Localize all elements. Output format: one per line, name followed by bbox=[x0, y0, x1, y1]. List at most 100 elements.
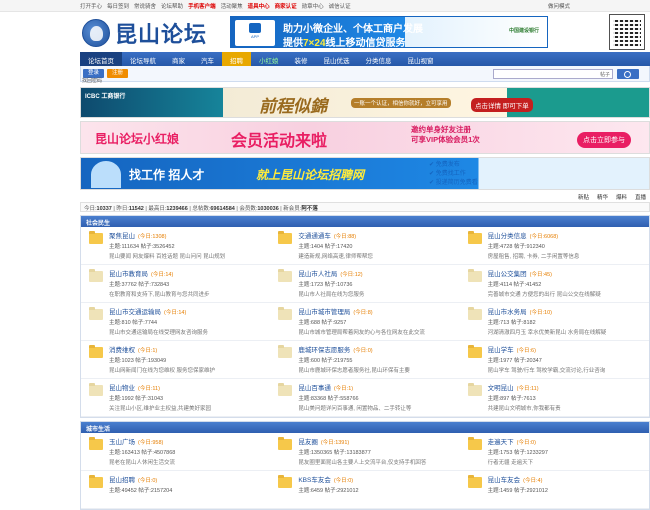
forum-name[interactable]: 昆山学车 bbox=[488, 347, 514, 354]
section-title[interactable]: 社会民生 bbox=[81, 216, 649, 227]
icbc-slogan: 一账一个认证，相信你就好，立可享用 bbox=[351, 98, 451, 108]
top-link[interactable]: 常说骑舍 bbox=[134, 2, 156, 10]
top-links: 打开手心 每日签到 常说骑舍 论坛帮助 手机客户端 活动聚焦 道具中心 商家认证 勋章中心 诚信认… bbox=[80, 2, 351, 10]
forum-today-count: (今日:6) bbox=[516, 348, 536, 354]
header-ad-banner[interactable]: APP 助力小微企业、个体工商户发展 提供7×24线上移动信贷服务 中国建设银行 bbox=[230, 16, 548, 49]
feed-tab[interactable]: 精华 bbox=[597, 193, 608, 201]
icbc-banner[interactable]: ICBC 工商银行 前程似錦 一账一个认证，相信你就好，立可享用 点击详情 即可… bbox=[80, 87, 650, 118]
top-link[interactable]: 勋章中心 bbox=[302, 2, 324, 10]
folder-icon[interactable] bbox=[89, 307, 103, 320]
feed-tab[interactable]: 直播 bbox=[635, 193, 646, 201]
feed-tabs-bar: 新贴 精华 爆料 直播 bbox=[80, 192, 650, 202]
forum-name[interactable]: 玉山广场 bbox=[109, 439, 135, 446]
feed-tab[interactable]: 新贴 bbox=[578, 193, 589, 201]
forum-name[interactable]: 昆山市城市管理局 bbox=[298, 309, 350, 316]
forum-name[interactable]: 昆山车友会 bbox=[488, 477, 521, 484]
nav-item[interactable]: 昆山视窗 bbox=[400, 52, 442, 66]
top-link[interactable]: 手机客户端 bbox=[188, 2, 216, 10]
top-link[interactable]: 每日签到 bbox=[107, 2, 129, 10]
forum-cell: 昆山物业 (今日:11) 主题:1992 帖子:31043 关注昆山小区,维护业主权益… bbox=[81, 379, 271, 417]
section-title[interactable]: 城市生活 bbox=[81, 422, 649, 433]
folder-icon[interactable] bbox=[467, 383, 482, 396]
forum-name[interactable]: 消费维权 bbox=[109, 347, 135, 354]
find-password-link[interactable]: 找回密码 bbox=[82, 77, 102, 84]
nav-item[interactable]: 小红娘 bbox=[251, 52, 287, 66]
forum-meta: 主题:163413 帖子:4507868 bbox=[109, 450, 176, 456]
forum-name[interactable]: 昆山市水务局 bbox=[488, 309, 527, 316]
folder-icon[interactable] bbox=[278, 383, 293, 396]
top-bar: 打开手心 每日签到 常说骑舍 论坛帮助 手机客户端 活动聚焦 道具中心 商家认证 勋章中心 诚信认… bbox=[0, 0, 650, 12]
folder-icon[interactable] bbox=[278, 437, 293, 450]
top-link[interactable]: 商家认证 bbox=[275, 2, 297, 10]
forum-name[interactable]: 昆山市教育局 bbox=[109, 271, 148, 278]
forum-section: 城市生活 玉山广场 (今日:958) 主题:163413 帖子:4507868 昆老在昆… bbox=[80, 421, 650, 510]
forum-name[interactable]: 昆友圈 bbox=[298, 439, 318, 446]
folder-icon[interactable] bbox=[89, 345, 103, 358]
forum-name[interactable]: 昆山市人社局 bbox=[298, 271, 337, 278]
forum-desc: 昆山要闻 网友爆料 百姓话题 昆山问问 昆山规划 bbox=[109, 254, 226, 260]
forum-today-count: (今日:6068) bbox=[529, 234, 559, 240]
nav-item[interactable]: 昆山优选 bbox=[316, 52, 358, 66]
folder-icon[interactable] bbox=[278, 231, 293, 244]
nav-item[interactable]: 论坛导航 bbox=[122, 52, 164, 66]
forum-name[interactable]: 鹿城环保志愿服务 bbox=[298, 347, 350, 354]
top-link[interactable]: 活动聚焦 bbox=[221, 2, 243, 10]
icbc-cta[interactable]: 点击详情 即可下单 bbox=[471, 98, 533, 112]
forum-name[interactable]: 昆山市交通运输局 bbox=[109, 309, 161, 316]
folder-icon[interactable] bbox=[467, 437, 482, 450]
app-badge: APP bbox=[235, 20, 275, 46]
folder-icon[interactable] bbox=[89, 383, 103, 396]
forum-meta: 主题:4114 帖子:41452 bbox=[487, 282, 542, 288]
forum-name[interactable]: 聚焦昆山 bbox=[109, 233, 135, 240]
folder-icon[interactable] bbox=[89, 475, 103, 488]
folder-icon[interactable] bbox=[278, 269, 293, 282]
folder-icon[interactable] bbox=[467, 345, 482, 358]
feed-tab[interactable]: 爆料 bbox=[616, 193, 627, 201]
forum-name[interactable]: 文明昆山 bbox=[488, 385, 514, 392]
recruit-banner[interactable]: 找工作 招人才 就上昆山论坛招聘网 ✔ 免费发布 ✔ 免费找工作 ✔ 投递简历免… bbox=[80, 157, 650, 190]
folder-icon[interactable] bbox=[467, 231, 482, 244]
nav-item[interactable]: 汽车 bbox=[193, 52, 222, 66]
forum-desc: 昆友圈里面昆山各主要人上交流平台,仅支持手机回答 bbox=[298, 460, 427, 466]
forum-name[interactable]: 交通通通车 bbox=[298, 233, 331, 240]
folder-icon[interactable] bbox=[467, 475, 482, 488]
bank-app-icon bbox=[249, 23, 261, 33]
top-link[interactable]: 道具中心 bbox=[248, 2, 270, 10]
nav-item[interactable]: 商家 bbox=[164, 52, 193, 66]
nav-item[interactable]: 论坛首页 bbox=[80, 52, 122, 66]
forum-name[interactable]: 走遍天下 bbox=[488, 439, 514, 446]
forum-cell: 昆山招聘 (今日:0) 主题:49452 帖子:2157204 bbox=[81, 471, 271, 509]
forum-desc: 昆山学车 驾驶/行车 驾校学霸,交流讨论,行业咨询 bbox=[487, 368, 606, 374]
folder-icon[interactable] bbox=[89, 437, 103, 450]
top-link[interactable]: 打开手心 bbox=[80, 2, 102, 10]
search-type-select[interactable]: 帖子 bbox=[600, 71, 610, 78]
top-link[interactable]: 论坛帮助 bbox=[161, 2, 183, 10]
folder-icon[interactable] bbox=[89, 269, 103, 282]
folder-icon[interactable] bbox=[467, 307, 482, 320]
search-button[interactable] bbox=[617, 69, 639, 79]
folder-icon[interactable] bbox=[278, 345, 293, 358]
forum-name[interactable]: 昆山百事通 bbox=[298, 385, 331, 392]
forum-cell: 昆山市人社局 (今日:12) 主题:1723 帖子:10736 昆山市人社局在线为您服… bbox=[270, 265, 460, 303]
search-input[interactable]: 帖子 bbox=[493, 69, 613, 79]
matchmaker-cta[interactable]: 点击立即参与 bbox=[577, 132, 631, 148]
site-logo[interactable]: 昆山论坛 bbox=[82, 18, 222, 48]
forum-name[interactable]: KBS车友会 bbox=[298, 477, 331, 484]
folder-icon[interactable] bbox=[278, 475, 293, 488]
nav-item[interactable]: 分类信息 bbox=[358, 52, 400, 66]
folder-icon[interactable] bbox=[278, 307, 293, 320]
matchmaker-banner[interactable]: 昆山论坛小红娘 会员活动来啦 邀约单身好友注册 可享VIP体验会员1次 点击立即参… bbox=[80, 121, 650, 154]
register-button[interactable]: 注册 bbox=[107, 69, 129, 78]
folder-icon[interactable] bbox=[89, 231, 103, 244]
top-link[interactable]: 诚信认证 bbox=[329, 2, 351, 10]
folder-icon[interactable] bbox=[467, 269, 482, 282]
forum-name[interactable]: 昆山物业 bbox=[109, 385, 135, 392]
forum-name[interactable]: 昆山分类信息 bbox=[488, 233, 527, 240]
site-header: 昆山论坛 APP 助力小微企业、个体工商户发展 提供7×24线上移动信贷服务 中… bbox=[80, 12, 650, 52]
forum-name[interactable]: 昆山公交集团 bbox=[488, 271, 527, 278]
forum-meta: 主题:688 帖子:9257 bbox=[298, 320, 347, 326]
nav-item[interactable]: 招聘 bbox=[222, 52, 251, 66]
mode-switch-link[interactable]: 做问模式 bbox=[548, 2, 570, 10]
nav-item[interactable]: 装修 bbox=[287, 52, 316, 66]
forum-name[interactable]: 昆山招聘 bbox=[109, 477, 135, 484]
